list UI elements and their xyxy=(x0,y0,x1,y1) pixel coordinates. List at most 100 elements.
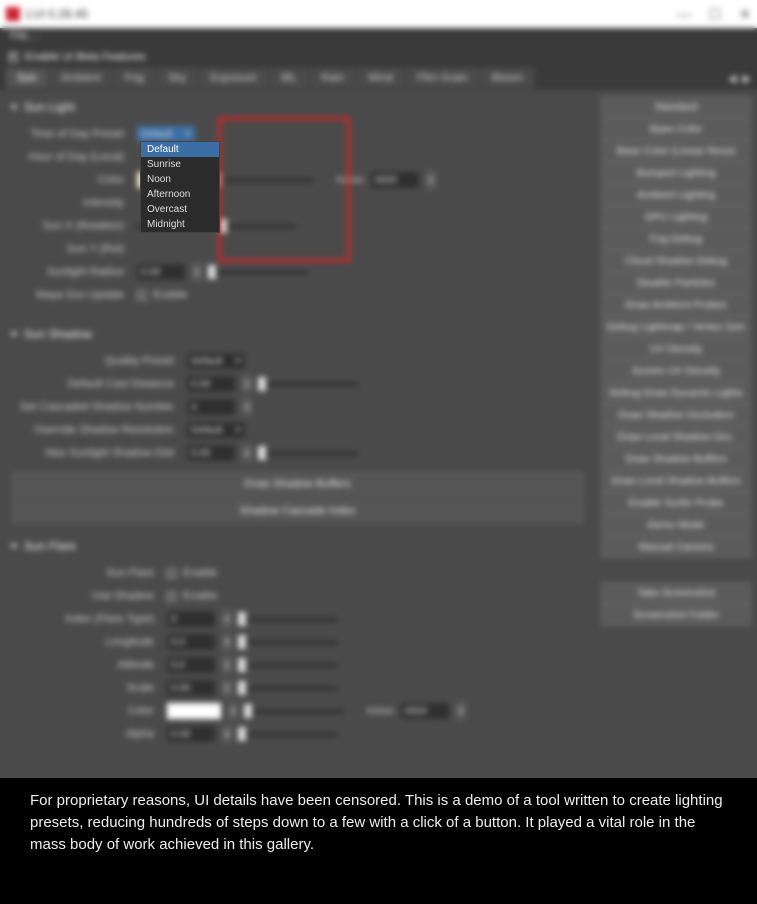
shadow-cascade-index-button[interactable]: Shadow Cascade Index xyxy=(12,499,583,523)
tod-option-afternoon[interactable]: Afternoon xyxy=(141,187,219,202)
debug-gpu-lighting[interactable]: GPU Lighting xyxy=(601,206,751,228)
section-header-sun-light[interactable]: Sun Light xyxy=(10,96,585,118)
scale-input[interactable]: 0.00 xyxy=(166,679,216,697)
debug-base-color[interactable]: Base Color xyxy=(601,118,751,140)
sun-color-slider[interactable] xyxy=(214,173,314,187)
cast-distance-input[interactable]: 0.00 xyxy=(186,375,236,393)
altitude-slider[interactable] xyxy=(238,658,338,672)
tab-film-grain[interactable]: Film Grain xyxy=(406,68,479,88)
tod-option-default[interactable]: Default xyxy=(141,142,219,157)
stepper-icon[interactable] xyxy=(222,656,232,674)
tab-ambient[interactable]: Ambient xyxy=(50,68,112,88)
quality-preset-dropdown[interactable]: Default xyxy=(186,352,246,370)
debug-draw-shadow-buffers[interactable]: Draw Shadow Buffers xyxy=(601,448,751,470)
tab-ibl[interactable]: IBL xyxy=(270,68,309,88)
tab-bloom[interactable]: Bloom xyxy=(481,68,534,88)
use-shadow-checkbox[interactable] xyxy=(166,591,177,602)
debug-disable-particles[interactable]: Disable Particles xyxy=(601,272,751,294)
flare-color-swatch[interactable] xyxy=(166,702,222,720)
max-shadow-dist-slider[interactable] xyxy=(258,446,358,460)
use-shadow-label: Use Shadow xyxy=(10,590,160,602)
debug-debug-draw-dynamic-lights[interactable]: Debug Draw Dynamic Lights xyxy=(601,382,751,404)
screenshot-folder-button[interactable]: Screenshot Folder xyxy=(601,604,751,626)
debug-ambient-lighting[interactable]: Ambient Lighting xyxy=(601,184,751,206)
stepper-icon[interactable] xyxy=(222,725,232,743)
kelvin-label: Kelvin xyxy=(320,175,364,186)
flare-color-slider[interactable] xyxy=(244,704,344,718)
file-menu[interactable]: File… xyxy=(10,30,39,42)
stepper-icon[interactable] xyxy=(242,444,252,462)
section-sun-flare: Sun Flare Sun Flare Enable Use Shadow En… xyxy=(10,535,585,750)
longitude-label: Longitude xyxy=(10,636,160,648)
debug-demo-mode[interactable]: Demo Mode xyxy=(601,514,751,536)
time-of-day-preset-label: Time of Day Preset xyxy=(10,128,130,140)
debug-uv-density[interactable]: UV Density xyxy=(601,338,751,360)
longitude-input[interactable]: 0.0 xyxy=(166,633,216,651)
maya-sun-update-checkbox[interactable] xyxy=(136,290,147,301)
section-header-sun-flare[interactable]: Sun Flare xyxy=(10,535,585,557)
tod-option-midnight[interactable]: Midnight xyxy=(141,217,219,232)
tab-fog[interactable]: Fog xyxy=(114,68,155,88)
time-of-day-options: DefaultSunriseNoonAfternoonOvercastMidni… xyxy=(140,141,220,233)
debug-fog-debug[interactable]: Fog Debug xyxy=(601,228,751,250)
debug-draw-ambient-probes[interactable]: Draw Ambient Probes xyxy=(601,294,751,316)
sun-flare-enable-label: Sun Flare xyxy=(10,567,160,579)
beta-checkbox[interactable] xyxy=(8,52,19,63)
cascade-number-input[interactable]: 4 xyxy=(186,398,236,416)
section-header-sun-shadow[interactable]: Sun Shadow xyxy=(10,323,585,345)
debug-cloud-shadow-debug[interactable]: Cloud Shadow Debug xyxy=(601,250,751,272)
take-screenshot-button[interactable]: Take Screenshot xyxy=(601,582,751,604)
flare-index-slider[interactable] xyxy=(238,612,338,626)
debug-enable-surfer-probe[interactable]: Enable Surfer Probe xyxy=(601,492,751,514)
draw-shadow-buffers-button[interactable]: Draw Shadow Buffers xyxy=(12,472,583,496)
stepper-icon[interactable] xyxy=(222,633,232,651)
tod-option-sunrise[interactable]: Sunrise xyxy=(141,157,219,172)
longitude-slider[interactable] xyxy=(238,635,338,649)
max-shadow-dist-input[interactable]: 0.00 xyxy=(186,444,236,462)
stepper-icon[interactable] xyxy=(228,702,238,720)
stepper-icon[interactable] xyxy=(242,375,252,393)
tab-exposure[interactable]: Exposure xyxy=(199,68,267,88)
minimize-button[interactable]: — xyxy=(677,6,691,23)
maximize-button[interactable]: ☐ xyxy=(709,6,722,23)
debug-draw-local-shadow-buffers[interactable]: Draw Local Shadow Buffers xyxy=(601,470,751,492)
stepper-icon[interactable] xyxy=(222,679,232,697)
alpha-slider[interactable] xyxy=(238,727,338,741)
cast-distance-slider[interactable] xyxy=(258,377,358,391)
flare-index-input[interactable]: 0 xyxy=(166,610,216,628)
stepper-icon[interactable] xyxy=(242,398,252,416)
beta-row: Enable UI Beta Features xyxy=(0,48,757,66)
debug-screen-uv-density[interactable]: Screen UV Density xyxy=(601,360,751,382)
altitude-input[interactable]: 0.0 xyxy=(166,656,216,674)
tab-rain[interactable]: Rain xyxy=(310,68,355,88)
menubar: File… xyxy=(0,28,757,48)
tabs-scroll-right[interactable]: ▶ xyxy=(743,72,751,85)
stepper-icon[interactable] xyxy=(456,702,466,720)
tabs-scroll-left[interactable]: ◀ xyxy=(728,72,736,85)
flare-kelvin-input[interactable]: 6500 xyxy=(400,702,450,720)
scale-slider[interactable] xyxy=(238,681,338,695)
override-resolution-dropdown[interactable]: Default xyxy=(186,421,246,439)
tab-sun[interactable]: Sun xyxy=(6,68,48,88)
close-button[interactable]: ✕ xyxy=(739,6,751,23)
debug-base-color-linear-reso-[interactable]: Base Color (Linear Reso) xyxy=(601,140,751,162)
stepper-icon[interactable] xyxy=(222,610,232,628)
kelvin-input[interactable]: 6500 xyxy=(370,171,420,189)
stepper-icon[interactable] xyxy=(192,263,202,281)
alpha-input[interactable]: 0.00 xyxy=(166,725,216,743)
debug-manual-camera[interactable]: Manual Camera xyxy=(601,536,751,558)
sunlight-radius-input[interactable]: 0.00 xyxy=(136,263,186,281)
section-title: Sun Light xyxy=(24,100,75,114)
debug-debug-lightmap-vertex-gen[interactable]: Debug Lightmap / Vertex Gen xyxy=(601,316,751,338)
sunlight-radius-slider[interactable] xyxy=(208,265,308,279)
tab-wind[interactable]: Wind xyxy=(357,68,404,88)
debug-draw-shadow-occluders[interactable]: Draw Shadow Occluders xyxy=(601,404,751,426)
sun-flare-checkbox[interactable] xyxy=(166,568,177,579)
debug-standard[interactable]: Standard xyxy=(601,96,751,118)
debug-draw-local-shadow-occ-[interactable]: Draw Local Shadow Occ. xyxy=(601,426,751,448)
stepper-icon[interactable] xyxy=(426,171,436,189)
debug-bumped-lighting[interactable]: Bumped Lighting xyxy=(601,162,751,184)
tod-option-noon[interactable]: Noon xyxy=(141,172,219,187)
tod-option-overcast[interactable]: Overcast xyxy=(141,202,219,217)
tab-sky[interactable]: Sky xyxy=(157,68,197,88)
